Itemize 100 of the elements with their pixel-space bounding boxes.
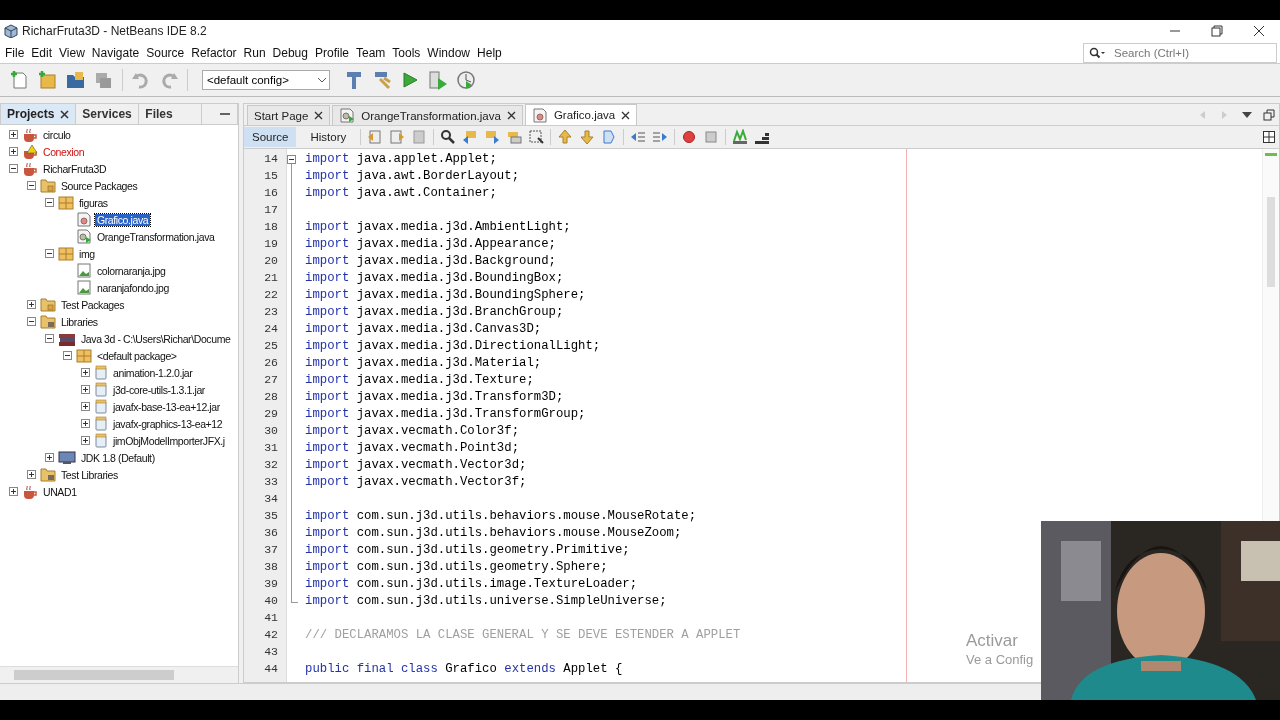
arrow-down-icon[interactable]	[579, 129, 596, 145]
find-icon[interactable]	[440, 129, 457, 145]
collapse-icon[interactable]	[44, 198, 54, 207]
tree-item[interactable]: img	[77, 247, 97, 260]
expand-icon[interactable]	[8, 487, 18, 496]
menu-item[interactable]: Source	[143, 43, 188, 62]
menu-item[interactable]: View	[56, 43, 88, 62]
new-project-icon[interactable]	[38, 70, 58, 90]
tree-item[interactable]: Libraries	[59, 315, 100, 328]
collapse-icon[interactable]	[62, 351, 72, 360]
debug-icon[interactable]	[428, 70, 448, 90]
expand-icon[interactable]	[80, 385, 90, 394]
tree-item[interactable]: javafx-graphics-13-ea+12	[111, 417, 225, 430]
jar-icon	[94, 382, 108, 397]
menu-item[interactable]: Refactor	[188, 43, 240, 62]
tree-item[interactable]: RicharFruta3D	[41, 162, 109, 175]
expand-icon[interactable]	[8, 147, 18, 156]
tree-item[interactable]: Conexion	[41, 145, 87, 158]
expand-icon[interactable]	[80, 436, 90, 445]
line-number: 28	[263, 389, 279, 405]
fold-icon[interactable]	[287, 155, 296, 164]
close-icon[interactable]	[506, 111, 516, 120]
run-icon[interactable]	[400, 70, 420, 90]
panel-tab[interactable]: Projects	[1, 104, 77, 124]
editor-tab[interactable]: Start Page	[247, 105, 331, 125]
expand-icon[interactable]	[26, 470, 36, 479]
tree-item[interactable]: OrangeTransformation.java	[95, 230, 217, 243]
menu-item[interactable]: Help	[474, 43, 505, 62]
profile-icon[interactable]	[456, 70, 476, 90]
tree-item[interactable]: colornaranja.jpg	[95, 264, 168, 277]
scrollbar-thumb[interactable]	[1267, 197, 1275, 287]
tree-item[interactable]: <default package>	[95, 349, 179, 362]
menu-item[interactable]: Team	[353, 43, 389, 62]
tree-item[interactable]: figuras	[77, 196, 110, 209]
tree-item[interactable]: javafx-base-13-ea+12.jar	[111, 400, 222, 413]
jar-icon	[94, 399, 108, 414]
clean-build-icon[interactable]	[372, 70, 392, 90]
line-number: 32	[263, 457, 279, 473]
editor-tab[interactable]: OrangeTransformation.java	[332, 105, 523, 125]
selection-icon[interactable]	[528, 129, 545, 145]
open-folder-icon[interactable]	[66, 70, 86, 90]
tree-item[interactable]: Grafico.java	[95, 213, 151, 226]
expand-icon[interactable]	[80, 419, 90, 428]
tree-item[interactable]: naranjafondo.jpg	[95, 281, 171, 294]
expand-icon[interactable]	[80, 402, 90, 411]
tree-item[interactable]: Java 3d - C:\Users\Richar\Docume	[79, 332, 233, 345]
view-toggle[interactable]: History	[302, 127, 355, 147]
menu-item[interactable]: File	[2, 43, 28, 62]
restore-window-icon[interactable]	[1263, 109, 1275, 121]
close-icon[interactable]	[1253, 25, 1265, 37]
expand-icon[interactable]	[44, 453, 54, 462]
config-dropdown[interactable]: <default config>	[202, 70, 330, 90]
menu-item[interactable]: Profile	[312, 43, 352, 62]
tree-item[interactable]: j3d-core-utils-1.3.1.jar	[111, 383, 207, 396]
shift-left-icon[interactable]	[630, 129, 647, 145]
split-icon[interactable]	[1263, 131, 1275, 143]
menu-item[interactable]: Window	[424, 43, 474, 62]
code-line: import com.sun.j3d.utils.image.TextureLoader;	[305, 577, 638, 591]
expand-icon[interactable]	[26, 300, 36, 309]
code-line: import javax.media.j3d.DirectionalLight;	[305, 339, 601, 353]
tree-item[interactable]: circulo	[41, 128, 73, 141]
menu-item[interactable]: Run	[240, 43, 269, 62]
new-file-icon[interactable]	[10, 70, 30, 90]
tree-item[interactable]: animation-1.2.0.jar	[111, 366, 195, 379]
panel-tab[interactable]: Files	[139, 104, 203, 124]
shift-right-icon[interactable]	[652, 129, 669, 145]
menu-item[interactable]: Navigate	[88, 43, 143, 62]
tree-item[interactable]: jimObjModelImporterJFX.j	[111, 434, 227, 447]
expand-icon[interactable]	[8, 130, 18, 139]
panel-tab[interactable]: Services	[76, 104, 140, 124]
record-icon[interactable]	[681, 129, 698, 145]
collapse-icon[interactable]	[26, 181, 36, 190]
close-icon[interactable]	[314, 111, 324, 120]
scrollbar-thumb[interactable]	[14, 670, 174, 680]
menu-item[interactable]: Debug	[269, 43, 311, 62]
search-field[interactable]: Search (Ctrl+I)	[1083, 42, 1277, 63]
find-previous-icon[interactable]	[462, 129, 479, 145]
folder-icon	[40, 297, 56, 312]
menu-item[interactable]: Tools	[389, 43, 424, 62]
search-icon	[1089, 46, 1105, 59]
collapse-icon[interactable]	[8, 164, 18, 173]
tree-item[interactable]: Test Libraries	[59, 468, 120, 481]
close-icon[interactable]	[60, 109, 70, 119]
chart-icon[interactable]	[732, 129, 749, 145]
tree-item[interactable]: Source Packages	[59, 179, 140, 192]
menu-item[interactable]: Edit	[28, 43, 56, 62]
tree-item[interactable]: JDK 1.8 (Default)	[79, 451, 157, 464]
hammer-icon[interactable]	[344, 70, 364, 90]
editor-tab[interactable]: Grafico.java	[524, 104, 638, 125]
arrow-up-icon[interactable]	[557, 129, 574, 145]
collapse-icon[interactable]	[26, 317, 36, 326]
tree-item[interactable]: Test Packages	[59, 298, 127, 311]
expand-icon[interactable]	[80, 368, 90, 377]
tree-item[interactable]: UNAD1	[41, 485, 79, 498]
find-next-icon[interactable]	[484, 129, 501, 145]
collapse-icon[interactable]	[44, 334, 54, 343]
collapse-icon[interactable]	[44, 249, 54, 258]
view-toggle[interactable]: Source	[244, 127, 297, 147]
restore-icon[interactable]	[1211, 25, 1223, 37]
close-icon[interactable]	[621, 110, 631, 120]
